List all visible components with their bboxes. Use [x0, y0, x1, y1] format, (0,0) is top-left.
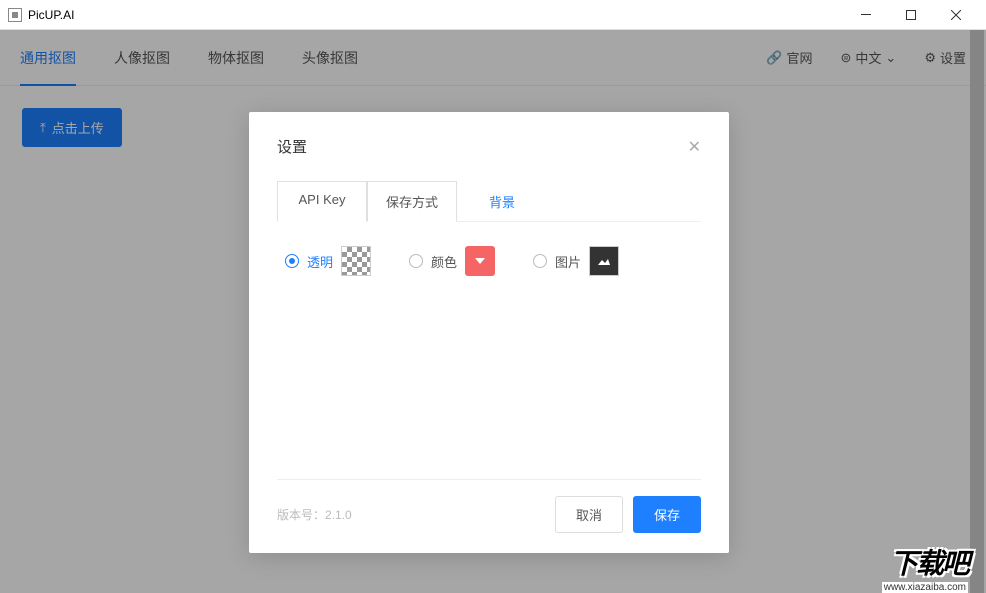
transparent-swatch-icon: [341, 246, 371, 276]
app-icon: [8, 8, 22, 22]
watermark-text: 下载吧: [882, 542, 968, 582]
radio-color[interactable]: [409, 254, 423, 268]
option-color[interactable]: 颜色: [409, 246, 495, 276]
dialog-body-spacer: [277, 300, 701, 480]
option-transparent[interactable]: 透明: [285, 246, 371, 276]
dialog-header: 设置 ✕: [277, 136, 701, 157]
window-title: PicUP.AI: [28, 8, 74, 22]
maximize-button[interactable]: [888, 0, 933, 30]
window-titlebar: PicUP.AI: [0, 0, 986, 30]
version-number: 2.1.0: [325, 508, 352, 522]
option-image[interactable]: 图片: [533, 246, 619, 276]
dialog-title: 设置: [277, 136, 307, 157]
color-label: 颜色: [431, 252, 457, 271]
settings-dialog: 设置 ✕ API Key 保存方式 背景 透明 颜色 图片: [249, 112, 729, 553]
watermark-url: www.xiazaiba.com: [882, 582, 968, 593]
tab-save-mode[interactable]: 保存方式: [367, 181, 457, 222]
transparent-label: 透明: [307, 252, 333, 271]
image-label: 图片: [555, 252, 581, 271]
close-button[interactable]: [933, 0, 978, 30]
save-button[interactable]: 保存: [633, 496, 701, 533]
minimize-button[interactable]: [843, 0, 888, 30]
dialog-close-button[interactable]: ✕: [688, 137, 701, 157]
tab-background[interactable]: 背景: [457, 181, 547, 222]
window-controls: [843, 0, 978, 30]
dialog-footer: 版本号：2.1.0 取消 保存: [277, 480, 701, 533]
color-swatch-icon[interactable]: [465, 246, 495, 276]
dialog-buttons: 取消 保存: [555, 496, 701, 533]
version-label: 版本号：: [277, 508, 325, 522]
watermark: 下载吧 www.xiazaiba.com: [882, 542, 968, 593]
background-options: 透明 颜色 图片: [277, 222, 701, 300]
radio-image[interactable]: [533, 254, 547, 268]
image-swatch-icon[interactable]: [589, 246, 619, 276]
tab-api-key[interactable]: API Key: [277, 181, 367, 222]
radio-transparent[interactable]: [285, 254, 299, 268]
cancel-button[interactable]: 取消: [555, 496, 623, 533]
version-text: 版本号：2.1.0: [277, 506, 352, 523]
settings-tabs: API Key 保存方式 背景: [277, 181, 701, 222]
